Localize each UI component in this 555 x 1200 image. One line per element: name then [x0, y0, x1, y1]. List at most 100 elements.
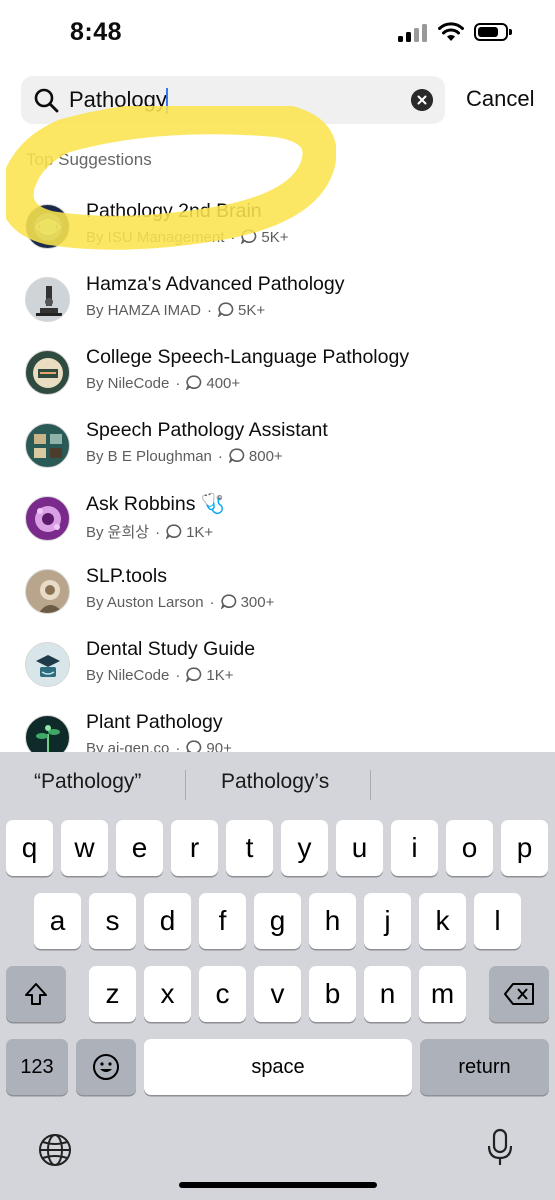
search-input[interactable]: Pathology — [69, 76, 399, 124]
key-u[interactable]: u — [336, 820, 383, 876]
suggestion-item[interactable]: SLP.tools By Auston Larson · 300+ — [0, 565, 555, 631]
suggestion-count: 800+ — [248, 448, 283, 465]
suggestion-item[interactable]: Dental Study Guide By NileCode · 1K+ — [0, 638, 555, 704]
section-label: Top Suggestions — [26, 150, 152, 169]
chat-bubble-icon — [220, 594, 236, 609]
suggestion-item[interactable]: Pathology 2nd Brain By ISU Management · 5K… — [0, 200, 555, 266]
suggestion-meta: By Auston Larson · 300+ — [86, 594, 275, 611]
chat-bubble-icon — [218, 302, 234, 317]
suggestion-author: By 윤희상 — [86, 524, 150, 541]
gpt-avatar — [25, 423, 70, 468]
key-b[interactable]: b — [309, 966, 356, 1022]
clear-search-icon[interactable] — [411, 89, 433, 111]
key-z[interactable]: z — [89, 966, 136, 1022]
key-v[interactable]: v — [254, 966, 301, 1022]
suggestion-title: SLP.tools — [86, 565, 167, 587]
key-p[interactable]: p — [501, 820, 548, 876]
search-input-value: Pathology — [69, 87, 167, 112]
text-suggestion[interactable]: “Pathology” — [34, 770, 141, 794]
key-t[interactable]: t — [226, 820, 273, 876]
backspace-icon — [504, 983, 534, 1005]
suggestion-title: Hamza's Advanced Pathology — [86, 273, 345, 295]
key-y[interactable]: y — [281, 820, 328, 876]
suggestion-item[interactable]: Ask Robbins 🩺 By 윤희상 · 1K+ — [0, 492, 555, 558]
key-s[interactable]: s — [89, 893, 136, 949]
status-time: 8:48 — [70, 18, 123, 46]
suggestion-title: Plant Pathology — [86, 711, 223, 733]
battery-icon — [474, 23, 512, 41]
emoji-key[interactable] — [76, 1039, 136, 1095]
key-c[interactable]: c — [199, 966, 246, 1022]
suggestion-title: Dental Study Guide — [86, 638, 256, 660]
suggestion-count: 1K+ — [206, 667, 234, 684]
chat-bubble-icon — [241, 229, 257, 244]
search-icon — [34, 88, 59, 113]
text-caret — [165, 88, 168, 115]
suggestion-meta: By ai-gen.co · 90+ — [86, 740, 232, 752]
suggestion-title: Ask Robbins 🩺 — [86, 493, 226, 515]
shift-key[interactable] — [6, 966, 66, 1022]
suggestion-count: 90+ — [206, 740, 232, 752]
key-f[interactable]: f — [199, 893, 246, 949]
suggestion-item[interactable]: Plant Pathology By ai-gen.co · 90+ — [0, 711, 555, 752]
suggestion-item[interactable]: Hamza's Advanced Pathology By HAMZA IMAD… — [0, 273, 555, 339]
suggestion-count: 1K+ — [186, 524, 214, 541]
chat-bubble-icon — [228, 448, 245, 463]
text-suggestion[interactable]: Pathology’s — [221, 770, 329, 794]
suggestion-author: By NileCode — [86, 375, 170, 392]
cellular-signal-icon — [398, 24, 428, 42]
key-l[interactable]: l — [474, 893, 521, 949]
suggestion-divider — [185, 770, 186, 800]
key-e[interactable]: e — [116, 820, 163, 876]
key-w[interactable]: w — [61, 820, 108, 876]
key-d[interactable]: d — [144, 893, 191, 949]
suggestion-author: By B E Ploughman — [86, 448, 212, 465]
suggestion-count: 5K+ — [261, 229, 289, 246]
search-box[interactable]: Pathology — [21, 76, 445, 124]
key-g[interactable]: g — [254, 893, 301, 949]
microphone-icon[interactable] — [486, 1128, 514, 1168]
gpt-avatar — [25, 642, 70, 687]
suggestion-divider — [370, 770, 371, 800]
suggestion-item[interactable]: Speech Pathology Assistant By B E Plough… — [0, 419, 555, 485]
return-key[interactable]: return — [420, 1039, 549, 1095]
key-j[interactable]: j — [364, 893, 411, 949]
key-r[interactable]: r — [171, 820, 218, 876]
suggestion-item[interactable]: College Speech-Language Pathology By Nil… — [0, 346, 555, 412]
space-key[interactable]: space — [144, 1039, 412, 1095]
globe-icon[interactable] — [37, 1132, 73, 1168]
suggestion-meta: By ISU Management · 5K+ — [86, 229, 289, 246]
predictive-text-bar: “Pathology” Pathology’s — [0, 752, 555, 816]
suggestion-author: By ai-gen.co — [86, 740, 170, 752]
home-indicator[interactable] — [179, 1182, 377, 1188]
key-i[interactable]: i — [391, 820, 438, 876]
backspace-key[interactable] — [489, 966, 549, 1022]
cancel-button[interactable]: Cancel — [466, 86, 534, 112]
gpt-avatar — [25, 204, 70, 249]
suggestion-author: By ISU Management — [86, 229, 225, 246]
gpt-avatar — [25, 569, 70, 614]
suggestion-author: By HAMZA IMAD — [86, 302, 202, 319]
suggestion-meta: By 윤희상 · 1K+ — [86, 524, 214, 541]
suggestion-title: Speech Pathology Assistant — [86, 419, 328, 441]
suggestion-author: By Auston Larson — [86, 594, 204, 611]
key-a[interactable]: a — [34, 893, 81, 949]
suggestion-meta: By B E Ploughman · 800+ — [86, 448, 283, 465]
key-q[interactable]: q — [6, 820, 53, 876]
suggestion-count: 300+ — [240, 594, 275, 611]
chat-bubble-icon — [186, 740, 202, 752]
key-o[interactable]: o — [446, 820, 493, 876]
status-bar: 8:48 — [0, 0, 555, 66]
key-k[interactable]: k — [419, 893, 466, 949]
gpt-avatar — [25, 715, 70, 752]
gpt-avatar — [25, 277, 70, 322]
suggestion-title: Pathology 2nd Brain — [86, 200, 262, 222]
key-n[interactable]: n — [364, 966, 411, 1022]
key-m[interactable]: m — [419, 966, 466, 1022]
chat-bubble-icon — [186, 667, 202, 682]
key-x[interactable]: x — [144, 966, 191, 1022]
key-h[interactable]: h — [309, 893, 356, 949]
numbers-key[interactable]: 123 — [6, 1039, 68, 1095]
gpt-avatar — [25, 350, 70, 395]
suggestion-meta: By HAMZA IMAD · 5K+ — [86, 302, 266, 319]
